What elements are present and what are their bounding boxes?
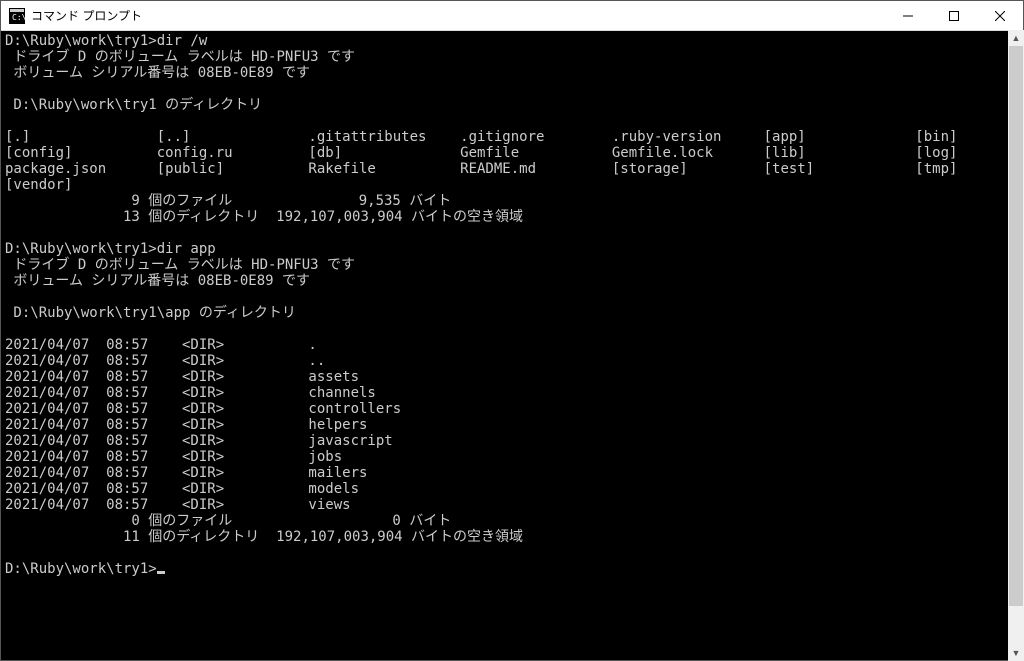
output-line: ドライブ D のボリューム ラベルは HD-PNFU3 です [5, 49, 355, 65]
output-line: ボリューム シリアル番号は 08EB-0E89 です [5, 65, 310, 81]
maximize-button[interactable] [931, 1, 977, 30]
output-line: 13 個のディレクトリ 192,107,003,904 バイトの空き領域 [5, 209, 523, 225]
output-line: [config] config.ru [db] Gemfile Gemfile.… [5, 145, 957, 161]
command-prompt-window: C:\ コマンド プロンプト D:\Ruby\work\try1>dir /w … [0, 0, 1024, 661]
window-title: コマンド プロンプト [31, 7, 885, 24]
output-line: ボリューム シリアル番号は 08EB-0E89 です [5, 273, 310, 289]
output-line: 2021/04/07 08:57 <DIR> mailers [5, 465, 367, 481]
output-line: D:\Ruby\work\try1>dir /w [5, 33, 207, 49]
terminal-output[interactable]: D:\Ruby\work\try1>dir /w ドライブ D のボリューム ラ… [1, 31, 1023, 660]
output-line: 2021/04/07 08:57 <DIR> views [5, 497, 351, 513]
vertical-scrollbar[interactable]: ▲ ▼ [1008, 30, 1024, 661]
titlebar[interactable]: C:\ コマンド プロンプト [1, 1, 1023, 31]
close-button[interactable] [977, 1, 1023, 30]
output-line: 2021/04/07 08:57 <DIR> models [5, 481, 359, 497]
output-line: package.json [public] Rakefile README.md… [5, 161, 957, 177]
output-line: [.] [..] .gitattributes .gitignore .ruby… [5, 129, 957, 145]
output-line: 2021/04/07 08:57 <DIR> .. [5, 353, 325, 369]
output-line: 2021/04/07 08:57 <DIR> assets [5, 369, 359, 385]
output-line: 2021/04/07 08:57 <DIR> javascript [5, 433, 393, 449]
cmd-icon: C:\ [9, 8, 25, 24]
scrollbar-thumb[interactable] [1009, 46, 1023, 606]
current-prompt: D:\Ruby\work\try1> [5, 561, 157, 577]
output-line: D:\Ruby\work\try1 のディレクトリ [5, 97, 262, 113]
svg-text:C:\: C:\ [12, 13, 25, 22]
window-controls [885, 1, 1023, 30]
output-line: ドライブ D のボリューム ラベルは HD-PNFU3 です [5, 257, 355, 273]
minimize-button[interactable] [885, 1, 931, 30]
output-line: D:\Ruby\work\try1>dir app [5, 241, 216, 257]
output-line: 2021/04/07 08:57 <DIR> channels [5, 385, 376, 401]
output-line: 9 個のファイル 9,535 バイト [5, 193, 451, 209]
output-line: 2021/04/07 08:57 <DIR> . [5, 337, 317, 353]
scroll-down-icon[interactable]: ▼ [1008, 645, 1024, 661]
scroll-up-icon[interactable]: ▲ [1008, 30, 1024, 46]
output-line: [vendor] [5, 177, 72, 193]
output-line: 0 個のファイル 0 バイト [5, 513, 451, 529]
output-line: 11 個のディレクトリ 192,107,003,904 バイトの空き領域 [5, 529, 523, 545]
output-line: 2021/04/07 08:57 <DIR> helpers [5, 417, 367, 433]
output-line: D:\Ruby\work\try1\app のディレクトリ [5, 305, 296, 321]
cursor-icon [157, 571, 165, 574]
output-line: 2021/04/07 08:57 <DIR> controllers [5, 401, 401, 417]
output-line: 2021/04/07 08:57 <DIR> jobs [5, 449, 342, 465]
